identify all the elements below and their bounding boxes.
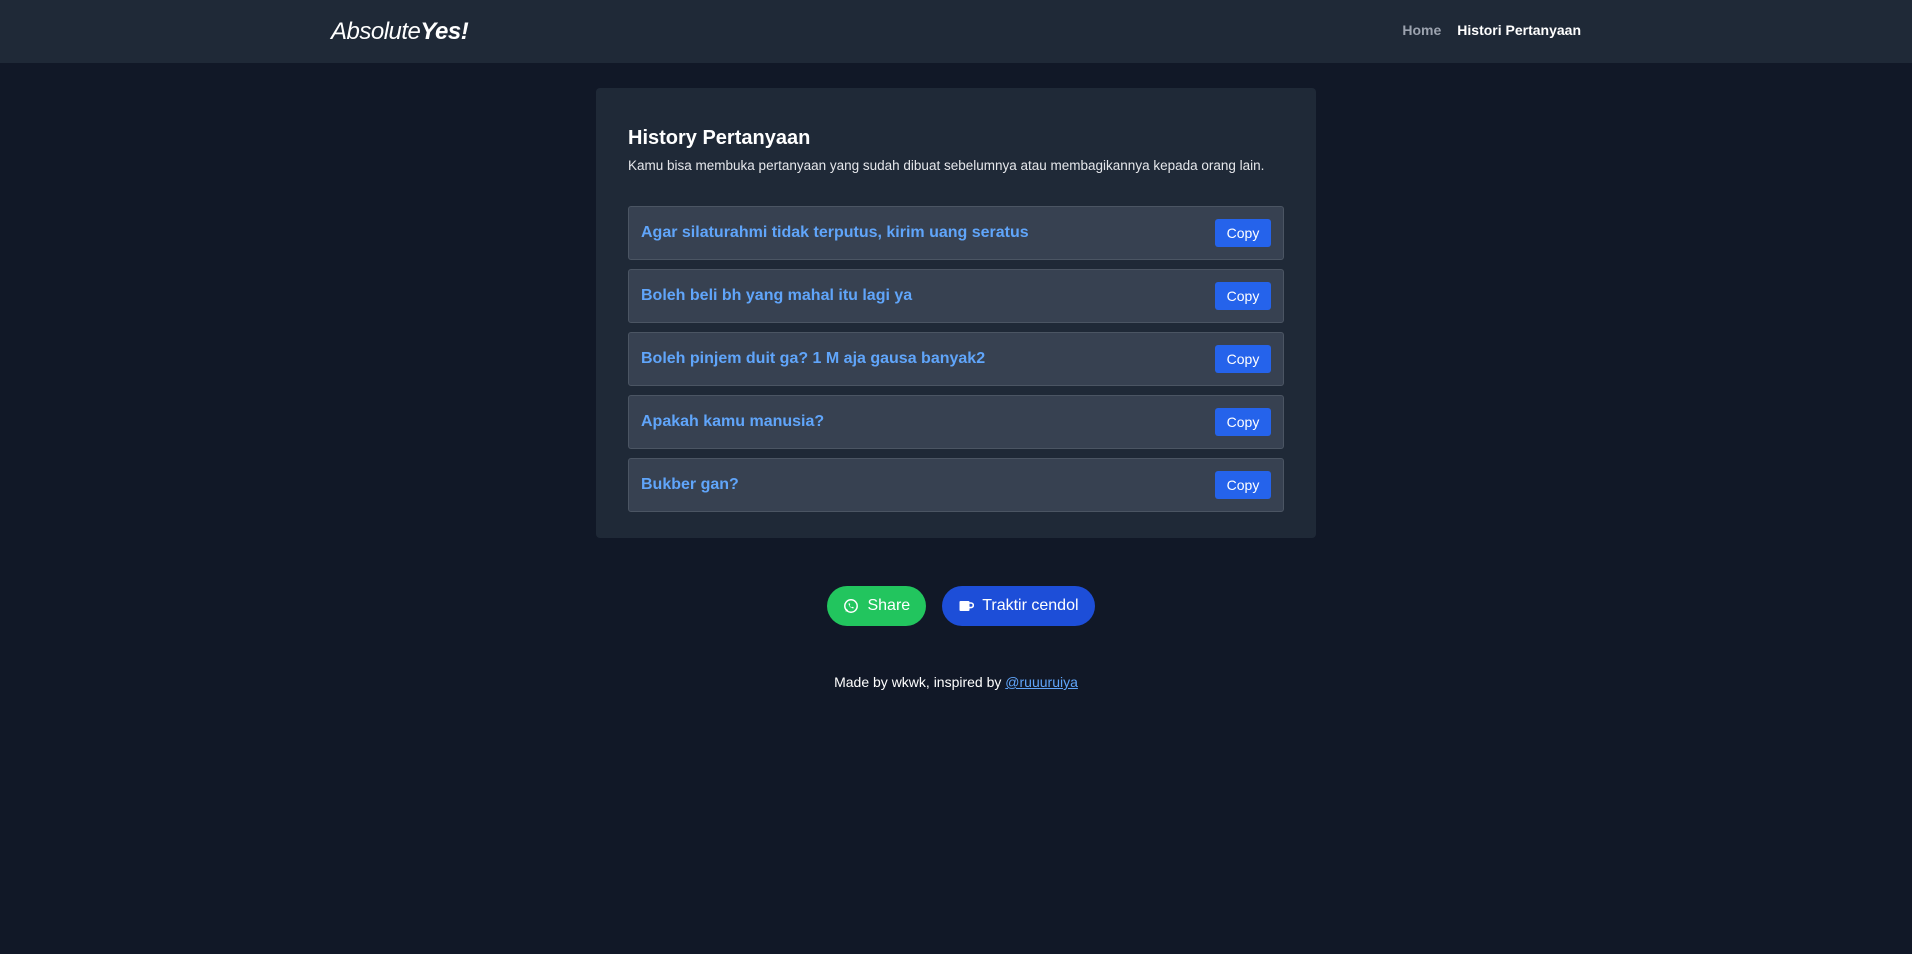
nav-link-home[interactable]: Home <box>1402 22 1441 38</box>
copy-button[interactable]: Copy <box>1215 282 1271 310</box>
copy-button[interactable]: Copy <box>1215 219 1271 247</box>
footer: Made by wkwk, inspired by @ruuuruiya <box>0 674 1912 690</box>
traktir-cendol-button[interactable]: Traktir cendol <box>942 586 1095 626</box>
brand-light-text: Absolute <box>331 18 421 45</box>
question-link[interactable]: Boleh beli bh yang mahal itu lagi ya <box>641 287 912 305</box>
page-description: Kamu bisa membuka pertanyaan yang sudah … <box>628 158 1265 173</box>
question-link[interactable]: Bukber gan? <box>641 476 739 494</box>
question-link[interactable]: Apakah kamu manusia? <box>641 413 824 431</box>
question-link[interactable]: Boleh pinjem duit ga? 1 M aja gausa bany… <box>641 350 985 368</box>
share-button[interactable]: Share <box>827 586 927 626</box>
question-link[interactable]: Agar silaturahmi tidak terputus, kirim u… <box>641 224 1029 242</box>
question-item[interactable]: Agar silaturahmi tidak terputus, kirim u… <box>628 206 1284 260</box>
page-title: History Pertanyaan <box>628 127 811 149</box>
footer-text: Made by wkwk, inspired by <box>834 674 1006 690</box>
brand-logo[interactable]: AbsoluteYes! <box>331 17 469 47</box>
cendol-label: Traktir cendol <box>982 597 1079 614</box>
whatsapp-icon <box>843 598 859 614</box>
nav-link-histori[interactable]: Histori Pertanyaan <box>1457 22 1581 38</box>
copy-button[interactable]: Copy <box>1215 345 1271 373</box>
copy-button[interactable]: Copy <box>1215 471 1271 499</box>
navbar: AbsoluteYes! Home Histori Pertanyaan <box>0 0 1912 63</box>
footer-author-link[interactable]: @ruuuruiya <box>1005 674 1078 690</box>
copy-button[interactable]: Copy <box>1215 408 1271 436</box>
question-item[interactable]: Bukber gan? Copy <box>628 458 1284 512</box>
question-item[interactable]: Boleh beli bh yang mahal itu lagi ya Cop… <box>628 269 1284 323</box>
brand-bold-text: Yes! <box>420 18 469 45</box>
coffee-cup-icon <box>958 598 975 614</box>
history-card: History Pertanyaan Kamu bisa membuka per… <box>596 88 1316 538</box>
share-label: Share <box>867 597 911 614</box>
action-buttons: Share Traktir cendol <box>0 586 1912 626</box>
nav-links: Home Histori Pertanyaan <box>1402 22 1581 38</box>
question-list: Agar silaturahmi tidak terputus, kirim u… <box>628 206 1284 512</box>
question-item[interactable]: Boleh pinjem duit ga? 1 M aja gausa bany… <box>628 332 1284 386</box>
question-item[interactable]: Apakah kamu manusia? Copy <box>628 395 1284 449</box>
